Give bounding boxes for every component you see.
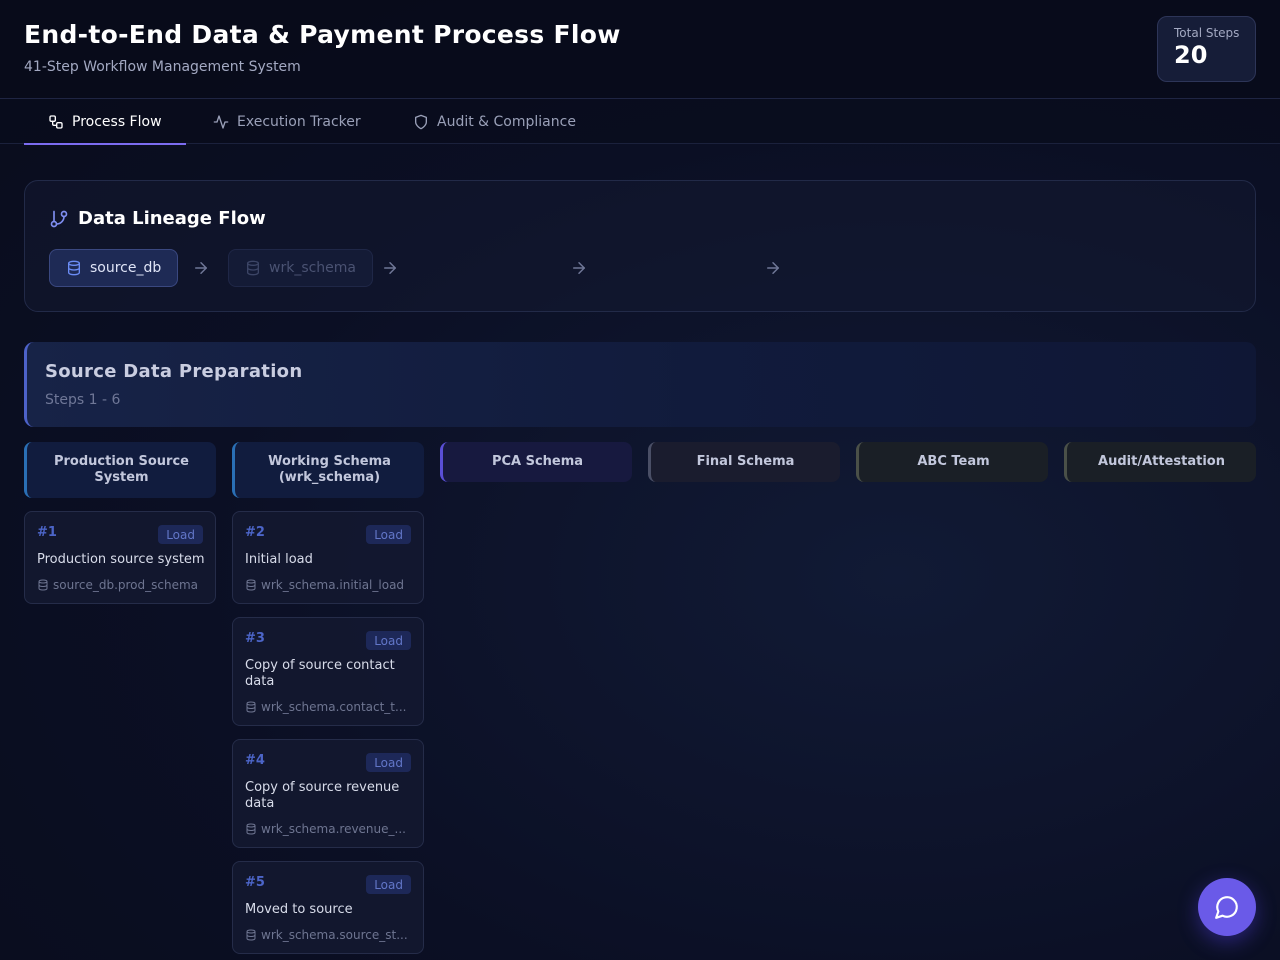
step-description: Production source system <box>37 552 205 567</box>
database-icon <box>68 260 80 276</box>
step-table-name: wrk_schema.revenue_... <box>261 822 406 836</box>
step-table-ref: wrk_schema.initial_load <box>245 578 415 592</box>
lineage-node-label: source_db <box>90 260 162 276</box>
workflow-icon <box>49 114 63 129</box>
chat-button[interactable] <box>1198 878 1256 936</box>
step-number: #4 <box>245 753 265 768</box>
column-header-label: Working Schema (wrk_schema) <box>268 454 391 485</box>
database-icon <box>246 823 256 835</box>
column-header-label: PCA Schema <box>491 454 584 469</box>
step-description: Moved to source <box>245 902 353 917</box>
tab-label: Process Flow <box>72 113 162 130</box>
database-icon <box>247 260 259 276</box>
step-table-ref: wrk_schema.revenue_... <box>245 822 415 836</box>
step-card[interactable]: #1 Load Production source system source_… <box>24 511 216 604</box>
step-table-name: wrk_schema.contact_t... <box>261 700 407 714</box>
lineage-title: Data Lineage Flow <box>49 208 266 229</box>
tab-audit-compliance[interactable]: Audit & Compliance <box>413 99 576 144</box>
tab-label: Execution Tracker <box>237 113 361 130</box>
database-icon <box>38 579 48 591</box>
page-title: End-to-End Data & Payment Process Flow <box>24 20 621 49</box>
column-header-production-source: Production Source System <box>24 442 216 498</box>
step-type-badge: Load <box>366 875 411 894</box>
total-steps-card: Total Steps 20 <box>1157 16 1256 82</box>
column-header-final-schema: Final Schema <box>648 442 840 482</box>
step-description: Copy of source contact data <box>245 658 395 689</box>
arrow-right-icon <box>384 262 396 274</box>
column-header-label: ABC Team <box>917 454 990 469</box>
step-table-ref: source_db.prod_schema <box>37 578 207 592</box>
step-description: Initial load <box>245 552 313 567</box>
column-header-abc-team: ABC Team <box>856 442 1048 482</box>
database-icon <box>246 929 256 941</box>
step-type-badge: Load <box>366 753 411 772</box>
step-number: #1 <box>37 525 57 540</box>
step-table-ref: wrk_schema.contact_t... <box>245 700 415 714</box>
step-description: Copy of source revenue data <box>245 780 400 811</box>
arrow-right-icon <box>573 262 585 274</box>
column-header-pca-schema: PCA Schema <box>440 442 632 482</box>
data-lineage-panel: Data Lineage Flow source_db wrk_schema <box>24 180 1256 312</box>
step-card[interactable]: #3 Load Copy of source contact data wrk_… <box>232 617 424 726</box>
git-branch-icon <box>50 210 68 227</box>
step-card[interactable]: #2 Load Initial load wrk_schema.initial_… <box>232 511 424 604</box>
step-number: #3 <box>245 631 265 646</box>
step-table-name: wrk_schema.initial_load <box>261 578 405 592</box>
total-steps-value: 20 <box>1174 41 1208 69</box>
lineage-node-wrk-schema[interactable]: wrk_schema <box>228 249 374 287</box>
arrow-right-icon <box>767 262 779 274</box>
lineage-title-text: Data Lineage Flow <box>78 208 266 229</box>
page-subtitle: 41-Step Workflow Management System <box>24 59 301 75</box>
column-header-working-schema: Working Schema (wrk_schema) <box>232 442 424 498</box>
step-table-name: source_db.prod_schema <box>53 578 199 592</box>
lineage-node-source-db[interactable]: source_db <box>49 249 179 287</box>
step-type-badge: Load <box>366 525 411 544</box>
column-header-label: Audit/Attestation <box>1098 454 1225 469</box>
total-steps-label: Total Steps <box>1174 26 1240 40</box>
step-table-name: wrk_schema.source_st... <box>261 928 408 942</box>
chat-bubble-icon <box>1215 896 1238 919</box>
column-header-audit-attestation: Audit/Attestation <box>1064 442 1256 482</box>
database-icon <box>246 579 256 591</box>
step-table-ref: wrk_schema.source_st... <box>245 928 415 942</box>
shield-icon <box>415 114 427 129</box>
phase-header: Source Data Preparation Steps 1 - 6 <box>24 342 1256 427</box>
column-header-label: Production Source System <box>53 454 189 485</box>
tab-execution-tracker[interactable]: Execution Tracker <box>213 99 361 144</box>
tab-bar: Process Flow Execution Tracker Audit & C… <box>0 98 1280 145</box>
step-type-badge: Load <box>366 631 411 650</box>
activity-icon <box>213 114 229 129</box>
phase-title: Source Data Preparation <box>45 361 303 382</box>
step-card[interactable]: #4 Load Copy of source revenue data wrk_… <box>232 739 424 848</box>
phase-subtitle: Steps 1 - 6 <box>45 392 121 408</box>
tab-process-flow[interactable]: Process Flow <box>24 99 186 145</box>
database-icon <box>246 701 256 713</box>
app-header: End-to-End Data & Payment Process Flow 4… <box>0 0 1280 98</box>
column-header-label: Final Schema <box>696 454 795 469</box>
arrow-right-icon <box>195 262 207 274</box>
step-card[interactable]: #5 Load Moved to source wrk_schema.sourc… <box>232 861 424 954</box>
step-type-badge: Load <box>158 525 203 544</box>
tab-label: Audit & Compliance <box>437 113 576 130</box>
step-number: #2 <box>245 525 265 540</box>
lineage-node-label: wrk_schema <box>269 260 357 276</box>
step-number: #5 <box>245 875 265 890</box>
